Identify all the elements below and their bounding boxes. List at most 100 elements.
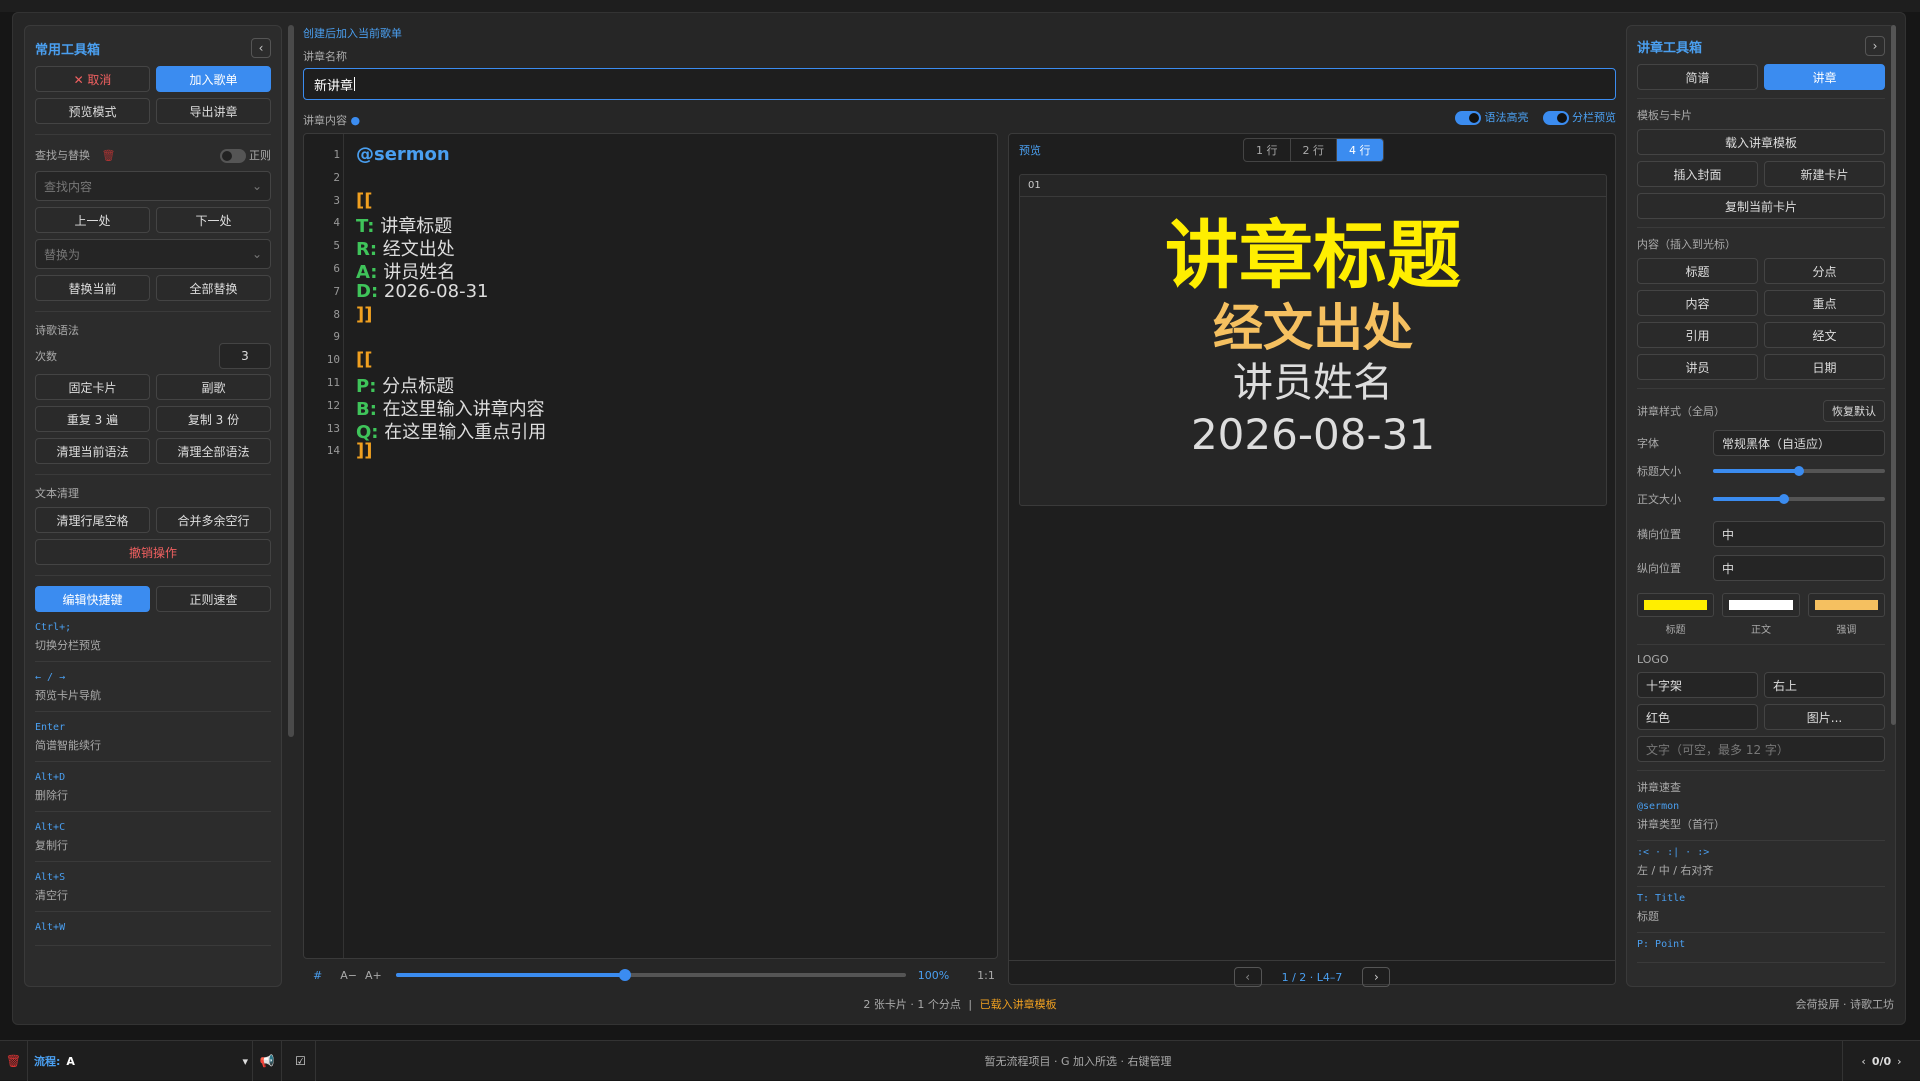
code-keyword: @sermon [356,144,450,165]
font-decrease-button[interactable]: A− [340,969,357,982]
regex-toggle[interactable]: 正则 [219,147,271,163]
line-number: 8 [333,307,340,321]
replace-current-button[interactable]: 替换当前 [35,275,150,301]
sermon-name-input[interactable]: 新讲章 [303,68,1616,100]
swatch-color[interactable] [1722,593,1800,617]
code-line[interactable]: [[ [356,190,372,211]
find-next-button[interactable]: 下一处 [156,207,271,233]
flow-select[interactable]: 流程: A ▾ [34,1041,248,1081]
repeat-button[interactable]: 重复 3 遍 [35,406,150,432]
copy-times-button[interactable]: 复制 3 份 [156,406,271,432]
hint-link[interactable]: 创建后加入当前歌单 [303,25,402,41]
fixed-card-button[interactable]: 固定卡片 [35,374,150,400]
templates-title: 模板与卡片 [1637,109,1692,122]
code-editor[interactable]: 1 2 3 4 5 6 7 8 9 10 11 12 13 14 @sermon[[T: 讲章标题 R: 经… [303,133,998,959]
expand-right-icon[interactable]: › [1865,36,1885,56]
clear-all-syntax-button[interactable]: 清理全部语法 [156,438,271,464]
export-sermon-button[interactable]: 导出讲章 [156,98,271,124]
quick-reference-list: @sermon 讲章类型（首行）:< · :| · :> 左 / 中 / 右对齐 T:… [1637,801,1885,963]
times-input[interactable]: 3 [219,343,271,369]
body-size-slider[interactable] [1713,494,1885,504]
code-line[interactable]: ]] [356,440,372,461]
text-clean-title: 文本清理 [35,487,79,500]
insert-content-button[interactable]: 内容 [1637,290,1758,316]
find-prev-button[interactable]: 上一处 [35,207,150,233]
font-select[interactable]: 常规黑体（自适应） [1713,430,1885,456]
preview-tab[interactable]: 1 行 [1244,139,1290,161]
collapse-left-icon[interactable]: ‹ [251,38,271,58]
swatch-color[interactable] [1637,593,1715,617]
undo-button[interactable]: 撤销操作 [35,539,271,565]
insert-content-button[interactable]: 重点 [1764,290,1885,316]
logo-type-select[interactable]: 十字架 [1637,672,1758,698]
trim-trailing-button[interactable]: 清理行尾空格 [35,507,150,533]
left-scrollbar[interactable] [288,25,294,737]
pager-next-icon[interactable]: › [1362,967,1391,987]
logo-text-input[interactable]: 文字（可空，最多 12 字） [1637,736,1885,762]
merge-blank-button[interactable]: 合并多余空行 [156,507,271,533]
insert-content-button[interactable]: 经文 [1764,322,1885,348]
regex-switch[interactable] [219,149,246,163]
chorus-button[interactable]: 副歌 [156,374,271,400]
quick-item: P: Point [1637,939,1885,963]
color-swatch[interactable]: 正文 [1722,593,1800,636]
load-template-button[interactable]: 载入讲章模板 [1637,129,1885,155]
preview-card[interactable]: 01 讲章标题 经文出处 讲员姓名 2026-08-31 [1019,174,1607,506]
shortcut-item: Alt+W [35,922,271,946]
code-line[interactable]: ]] [356,304,372,325]
pager-prev-icon[interactable]: ‹ [1233,967,1262,987]
flow-next-icon[interactable]: › [1897,1055,1901,1068]
split-preview-toggle[interactable]: 分栏预览 [1542,109,1616,125]
insert-cover-button[interactable]: 插入封面 [1637,161,1758,187]
code-keyword: [[ [356,189,373,211]
color-swatch[interactable]: 标题 [1637,593,1715,636]
add-playlist-button[interactable]: 加入歌单 [156,66,271,92]
h-pos-select[interactable]: 中 [1713,521,1885,547]
clear-current-syntax-button[interactable]: 清理当前语法 [35,438,150,464]
quick-desc: 标题 [1637,910,1659,923]
insert-content-button[interactable]: 日期 [1764,354,1885,380]
swatch-color[interactable] [1807,593,1885,617]
line-number: 13 [326,421,340,435]
zoom-slider[interactable] [395,969,906,981]
insert-content-button[interactable]: 引用 [1637,322,1758,348]
insert-content-button[interactable]: 讲员 [1637,354,1758,380]
find-input[interactable]: 查找内容 ⌄ [35,171,271,201]
regex-quick-button[interactable]: 正则速查 [156,586,271,612]
ratio-value[interactable]: 1:1 [977,969,995,982]
insert-content-button[interactable]: 分点 [1764,258,1885,284]
tab-sermon[interactable]: 讲章 [1764,64,1885,90]
font-increase-button[interactable]: A+ [365,969,382,982]
line-number-toggle[interactable]: # [313,969,322,982]
flow-prev-icon[interactable]: ‹ [1861,1055,1865,1068]
copy-card-button[interactable]: 复制当前卡片 [1637,193,1885,219]
insert-content-button[interactable]: 标题 [1637,258,1758,284]
code-line[interactable]: [[ [356,349,372,370]
flow-trash-icon[interactable]: 🗑 [0,1041,28,1081]
edit-shortcuts-button[interactable]: 编辑快捷键 [35,586,150,612]
replace-input[interactable]: 替换为 ⌄ [35,239,271,269]
v-pos-select[interactable]: 中 [1713,555,1885,581]
shortcut-key: ← / → [35,672,66,683]
new-card-button[interactable]: 新建卡片 [1764,161,1885,187]
reset-default-button[interactable]: 恢复默认 [1823,400,1885,422]
logo-color-select[interactable]: 红色 [1637,704,1758,730]
tab-simple-notation[interactable]: 简谱 [1637,64,1758,90]
broadcast-icon[interactable]: 📢 [252,1041,282,1081]
checklist-icon[interactable]: ☑ [286,1041,316,1081]
syntax-highlight-toggle[interactable]: 语法高亮 [1455,109,1529,125]
preview-mode-button[interactable]: 预览模式 [35,98,150,124]
code-line[interactable]: @sermon [356,144,450,165]
title-size-slider[interactable] [1713,466,1885,476]
code-line[interactable]: Q: 在这里输入重点引用 [356,418,546,444]
preview-tab[interactable]: 4 行 [1336,139,1383,161]
right-scrollbar[interactable] [1891,25,1896,725]
color-swatch[interactable]: 强调 [1807,593,1885,636]
cancel-button[interactable]: ✕ 取消 [35,66,150,92]
logo-position-select[interactable]: 右上 [1764,672,1885,698]
replace-all-button[interactable]: 全部替换 [156,275,271,301]
trash-icon[interactable]: 🗑 [102,149,116,162]
logo-image-button[interactable]: 图片... [1764,704,1885,730]
preview-tab[interactable]: 2 行 [1289,139,1337,161]
code-line[interactable]: D: 2026-08-31 [356,281,488,302]
